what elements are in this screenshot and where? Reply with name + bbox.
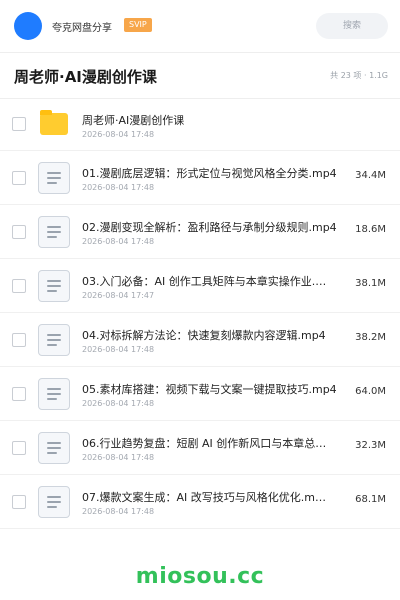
list-item[interactable]: 01.漫剧底层逻辑：形式定位与视觉风格全分类.mp4 2026-08-04 17…	[0, 151, 400, 205]
select-checkbox[interactable]	[12, 278, 26, 293]
select-checkbox[interactable]	[12, 170, 26, 185]
app-name: 夸克网盘分享	[52, 23, 112, 34]
select-checkbox[interactable]	[12, 117, 26, 131]
select-checkbox[interactable]	[12, 386, 26, 401]
file-name: 03.入门必备：AI 创作工具矩阵与本章实操作业.…	[82, 275, 327, 288]
file-name: 01.漫剧底层逻辑：形式定位与视觉风格全分类.mp4	[82, 167, 337, 180]
file-size: 34.4M	[355, 170, 386, 181]
search-input[interactable]: 搜索	[316, 13, 388, 39]
select-checkbox[interactable]	[12, 332, 26, 347]
select-checkbox[interactable]	[12, 440, 26, 455]
list-item[interactable]: 06.行业趋势复盘：短剧 AI 创作新风口与本章总… 2026-08-04 17…	[0, 421, 400, 475]
file-name: 周老师·AI漫剧创作课	[82, 114, 185, 127]
file-name: 05.素材库搭建：视频下载与文案一键提取技巧.mp4	[82, 383, 337, 396]
file-date: 2026-08-04 17:47	[82, 291, 155, 300]
document-icon	[38, 377, 70, 410]
item-count-meta: 共 23 项 · 1.1G	[330, 71, 388, 80]
list-item[interactable]: 02.漫剧变现全解析：盈利路径与承制分级规则.mp4 2026-08-04 17…	[0, 205, 400, 259]
file-size: 18.6M	[355, 224, 386, 235]
list-item[interactable]: 03.入门必备：AI 创作工具矩阵与本章实操作业.… 2026-08-04 17…	[0, 259, 400, 313]
svip-badge: SVIP	[124, 18, 152, 32]
select-checkbox[interactable]	[12, 224, 26, 239]
list-item[interactable]: 04.对标拆解方法论：快速复刻爆款内容逻辑.mp4 2026-08-04 17:…	[0, 313, 400, 367]
file-size: 32.3M	[355, 440, 386, 451]
file-size: 38.1M	[355, 278, 386, 289]
file-date: 2026-08-04 17:48	[82, 507, 155, 516]
file-size: 64.0M	[355, 386, 386, 397]
page-title: 周老师·AI漫剧创作课	[14, 68, 157, 86]
file-date: 2026-08-04 17:48	[82, 237, 155, 246]
document-icon	[38, 215, 70, 248]
file-name: 06.行业趋势复盘：短剧 AI 创作新风口与本章总…	[82, 437, 327, 450]
file-name: 02.漫剧变现全解析：盈利路径与承制分级规则.mp4	[82, 221, 337, 234]
file-size: 38.2M	[355, 332, 386, 343]
select-checkbox[interactable]	[12, 494, 26, 509]
file-date: 2026-08-04 17:48	[82, 130, 155, 139]
file-date: 2026-08-04 17:48	[82, 453, 155, 462]
avatar[interactable]	[14, 12, 42, 40]
site-watermark: miosou.cc	[135, 564, 265, 589]
file-date: 2026-08-04 17:48	[82, 399, 155, 408]
file-date: 2026-08-04 17:48	[82, 345, 155, 354]
list-item[interactable]: 05.素材库搭建：视频下载与文案一键提取技巧.mp4 2026-08-04 17…	[0, 367, 400, 421]
document-icon	[38, 269, 70, 302]
list-item[interactable]: 07.爆款文案生成：AI 改写技巧与风格化优化.m… 2026-08-04 17…	[0, 475, 400, 529]
document-icon	[38, 485, 70, 518]
file-name: 04.对标拆解方法论：快速复刻爆款内容逻辑.mp4	[82, 329, 326, 342]
title-row: 周老师·AI漫剧创作课 共 23 项 · 1.1G	[0, 52, 400, 99]
document-icon	[38, 431, 70, 464]
file-name: 07.爆款文案生成：AI 改写技巧与风格化优化.m…	[82, 491, 326, 504]
list-item[interactable]: 周老师·AI漫剧创作课 2026-08-04 17:48	[0, 98, 400, 151]
header-bar: 夸克网盘分享 SVIP 搜索	[0, 0, 400, 53]
file-size: 68.1M	[355, 494, 386, 505]
file-list: 周老师·AI漫剧创作课 2026-08-04 17:48 01.漫剧底层逻辑：形…	[0, 98, 400, 529]
document-icon	[38, 161, 70, 194]
folder-icon	[38, 108, 70, 140]
file-date: 2026-08-04 17:48	[82, 183, 155, 192]
document-icon	[38, 323, 70, 356]
